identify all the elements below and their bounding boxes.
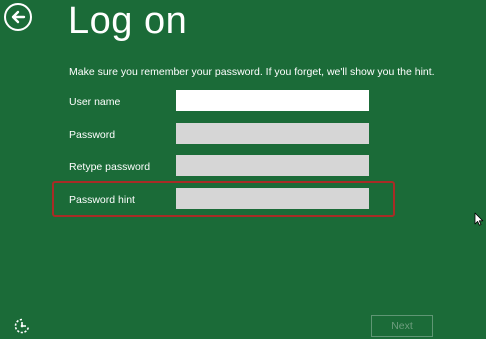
mouse-cursor-icon: [474, 212, 484, 226]
page-title: Log on: [68, 0, 188, 42]
password-label: Password: [69, 129, 116, 141]
ease-of-access-icon[interactable]: [13, 317, 31, 335]
retype-password-label: Retype password: [69, 161, 151, 173]
retype-password-input[interactable]: [176, 155, 369, 176]
instructions-text: Make sure you remember your password. If…: [69, 66, 435, 78]
back-arrow-icon: [11, 10, 26, 24]
password-input[interactable]: [176, 123, 369, 144]
password-hint-input[interactable]: [176, 188, 369, 209]
user-name-input[interactable]: [176, 90, 369, 111]
next-button[interactable]: Next: [371, 315, 433, 337]
back-button[interactable]: [4, 3, 32, 31]
user-name-label: User name: [69, 96, 121, 108]
password-hint-label: Password hint: [69, 194, 135, 206]
